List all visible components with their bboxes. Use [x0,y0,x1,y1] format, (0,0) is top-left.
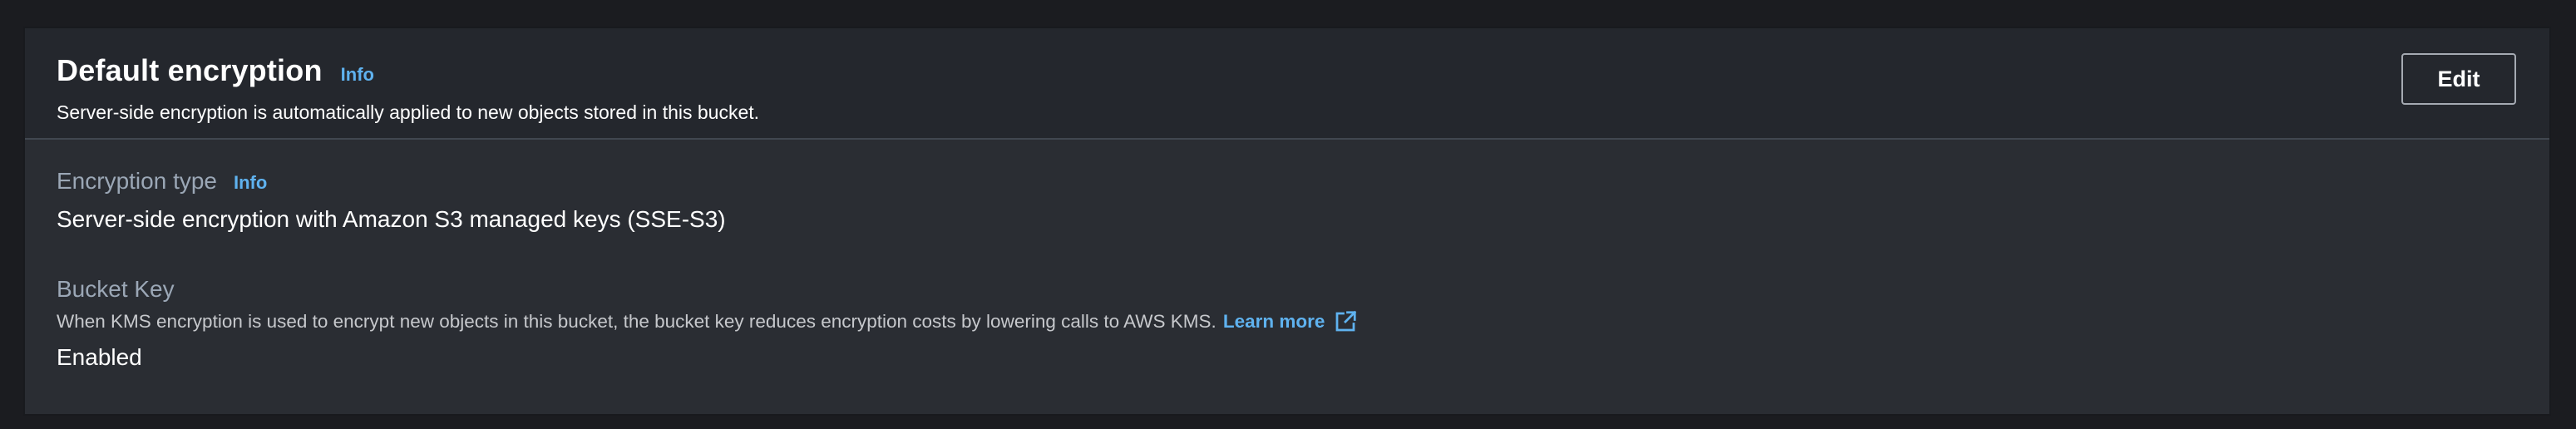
learn-more-label: Learn more [1222,311,1325,332]
panel-header: Default encryption Info Server-side encr… [25,28,2549,140]
panel-description: Server-side encryption is automatically … [57,101,760,123]
bucket-key-description-row: When KMS encryption is used to encrypt n… [57,309,1358,334]
bucket-key-value: Enabled [57,344,142,370]
encryption-type-label-row: Encryption type Info [57,168,726,195]
external-link-icon [1336,310,1357,332]
title-row: Default encryption Info [57,53,374,88]
default-encryption-panel: Default encryption Info Server-side encr… [23,27,2551,416]
bucket-key-label: Bucket Key [57,276,175,302]
encryption-type-label: Encryption type [57,168,217,194]
encryption-type-field: Encryption type Info Server-side encrypt… [57,168,726,233]
bucket-key-field: Bucket Key When KMS encryption is used t… [57,276,1358,371]
learn-more-link[interactable]: Learn more [1223,309,1359,334]
encryption-type-value: Server-side encryption with Amazon S3 ma… [57,206,726,232]
title-info-link[interactable]: Info [341,64,374,86]
encryption-type-info-link[interactable]: Info [234,172,267,194]
panel-title: Default encryption [57,53,323,87]
edit-button[interactable]: Edit [2401,53,2516,105]
bucket-key-description: When KMS encryption is used to encrypt n… [57,311,1216,332]
